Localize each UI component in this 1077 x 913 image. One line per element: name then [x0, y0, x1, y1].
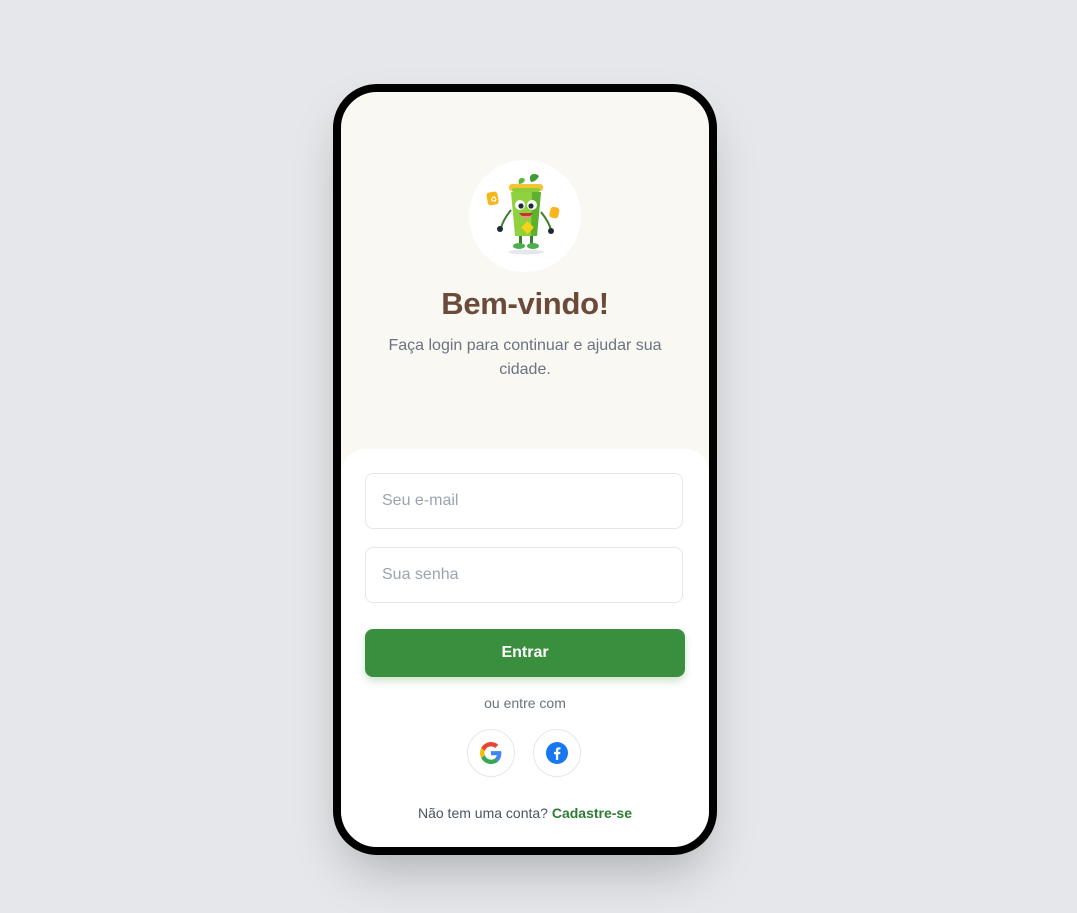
- hero-section: ♻ Bem-vindo! Faça login para continuar e…: [341, 92, 709, 462]
- recycling-bin-mascot-icon: ♻: [486, 174, 560, 255]
- login-form-card: Entrar ou entre com Não tem uma conta?: [341, 449, 709, 847]
- svg-text:♻: ♻: [490, 195, 497, 204]
- facebook-login-button[interactable]: [533, 729, 581, 777]
- page-background: ♻ Bem-vindo! Faça login para continuar e…: [0, 0, 1077, 913]
- google-login-button[interactable]: [467, 729, 515, 777]
- phone-frame: ♻ Bem-vindo! Faça login para continuar e…: [333, 84, 717, 855]
- password-input[interactable]: [365, 547, 683, 603]
- social-login-divider: ou entre com: [484, 695, 566, 711]
- google-icon: [480, 742, 502, 764]
- mascot-avatar: ♻: [469, 160, 581, 272]
- email-input[interactable]: [365, 473, 683, 529]
- signup-prompt: Não tem uma conta? Cadastre-se: [341, 805, 709, 821]
- page-title: Bem-vindo!: [441, 286, 609, 321]
- facebook-icon: [546, 742, 568, 764]
- signup-link[interactable]: Cadastre-se: [552, 805, 632, 821]
- page-subtitle: Faça login para continuar e ajudar sua c…: [388, 337, 662, 378]
- login-button[interactable]: Entrar: [365, 629, 685, 677]
- signup-prompt-text: Não tem uma conta?: [417, 805, 548, 821]
